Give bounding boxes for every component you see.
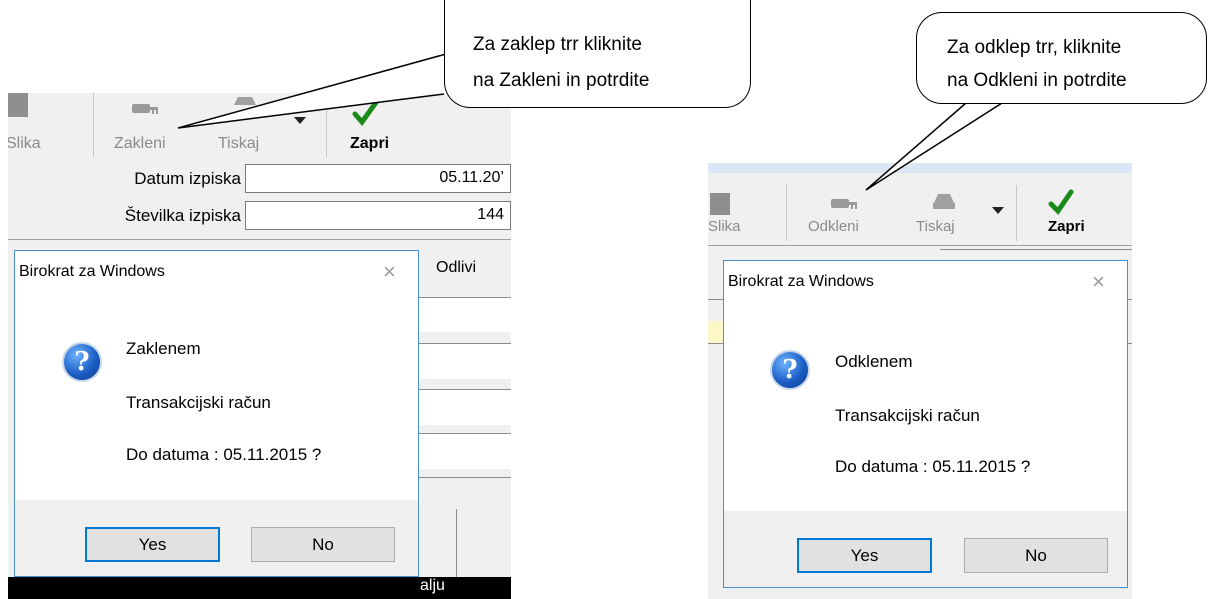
right-callout-tail <box>865 102 1003 191</box>
right-callout: Za odklep trr, kliknite na Odkleni in po… <box>916 12 1207 104</box>
right-callout-line-1: Za odklep trr, kliknite <box>947 37 1122 58</box>
left-callout-line-2: na Zakleni in potrdite <box>473 70 650 91</box>
left-callout-tail <box>177 53 447 129</box>
left-callout: Za zaklep trr kliknite na Zakleni in pot… <box>444 0 751 108</box>
right-callout-line-2: na Odkleni in potrdite <box>947 70 1127 91</box>
left-callout-line-1: Za zaklep trr kliknite <box>473 34 642 55</box>
